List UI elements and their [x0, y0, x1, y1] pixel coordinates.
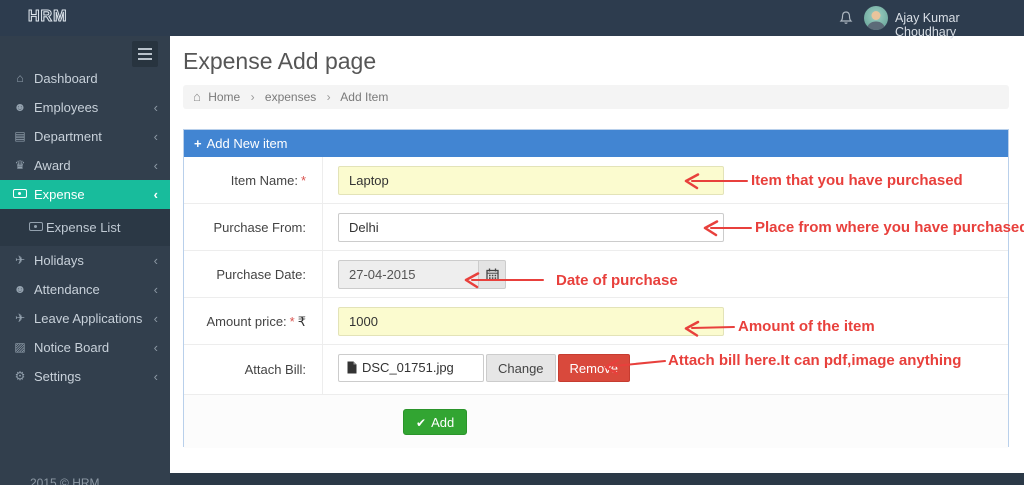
annotation-attach-bill: Attach bill here.It can pdf,image anythi… [668, 352, 961, 369]
sidebar-item-holidays[interactable]: ✈ Holidays ‹ [0, 246, 170, 275]
hrm-logo: HRM [28, 8, 67, 26]
sidebar-nav: ⌂ Dashboard ☻ Employees ‹ ▤ Department ‹… [0, 64, 170, 391]
home-icon: ⌂ [11, 64, 29, 93]
item-name-label: Item Name:* [184, 157, 323, 203]
user-avatar[interactable] [864, 6, 888, 30]
panel-footer: ✔Add [184, 395, 1008, 448]
required-asterisk: * [290, 314, 295, 329]
gear-icon: ⚙ [11, 362, 29, 391]
chevron-left-icon: ‹ [154, 362, 158, 391]
chevron-left-icon: ‹ [154, 333, 158, 362]
sidebar-item-notice-board[interactable]: ▨ Notice Board ‹ [0, 333, 170, 362]
calendar-icon [486, 268, 499, 281]
breadcrumb-home[interactable]: Home [208, 90, 240, 104]
breadcrumb-expenses[interactable]: expenses [265, 90, 316, 104]
user-name: Ajay Kumar Choudhary [895, 11, 960, 39]
breadcrumb: ⌂ Home › expenses › Add Item [183, 85, 1009, 109]
document-icon: ▨ [11, 333, 29, 362]
money-icon [11, 180, 29, 209]
notifications-bell-icon[interactable] [838, 10, 854, 26]
expense-submenu: Expense List [0, 209, 170, 246]
item-name-input[interactable] [338, 166, 724, 195]
annotation-item-name: Item that you have purchased [751, 172, 963, 189]
amount-price-label: Amount price:*₹ [184, 298, 323, 344]
chevron-left-icon: ‹ [154, 304, 158, 333]
paper-plane-icon: ✈ [11, 246, 29, 275]
purchase-from-label: Purchase From: [184, 204, 323, 250]
money-icon [27, 209, 45, 246]
chevron-left-icon: ‹ [154, 246, 158, 275]
sidebar-item-award[interactable]: ♛ Award ‹ [0, 151, 170, 180]
copyright-text: 2015 © HRM [30, 476, 100, 485]
chevron-left-icon: ‹ [154, 93, 158, 122]
home-icon: ⌂ [193, 89, 201, 104]
plus-icon: + [194, 136, 202, 151]
breadcrumb-separator: › [327, 90, 331, 104]
panel-header: +Add New item [184, 130, 1008, 157]
chevron-left-icon: ‹ [154, 275, 158, 304]
main-content: Expense Add page ⌂ Home › expenses › Add… [170, 36, 1024, 473]
page-title: Expense Add page [183, 48, 376, 75]
required-asterisk: * [301, 173, 306, 188]
breadcrumb-add-item: Add Item [340, 90, 388, 104]
hrm-app: HRM Ajay Kumar Choudhary ▾ ⌂ Dashboard [0, 0, 1024, 485]
sidebar-item-expense[interactable]: Expense ‹ [0, 180, 170, 209]
check-icon: ✔ [416, 416, 426, 430]
paper-plane-icon: ✈ [11, 304, 29, 333]
sidebar-item-dashboard[interactable]: ⌂ Dashboard [0, 64, 170, 93]
chevron-left-icon: ‹ [154, 122, 158, 151]
trophy-icon: ♛ [11, 151, 29, 180]
annotation-purchase-from: Place from where you have purchased [755, 219, 1024, 236]
attach-bill-label: Attach Bill: [184, 345, 323, 394]
attached-file-name[interactable]: DSC_01751.jpg [338, 354, 484, 382]
top-navbar: HRM Ajay Kumar Choudhary ▾ [0, 0, 1024, 36]
sidebar-item-employees[interactable]: ☻ Employees ‹ [0, 93, 170, 122]
avatar-face [864, 6, 888, 30]
sidebar-item-settings[interactable]: ⚙ Settings ‹ [0, 362, 170, 391]
sidebar-item-leave-applications[interactable]: ✈ Leave Applications ‹ [0, 304, 170, 333]
users-icon: ☻ [11, 93, 29, 122]
annotation-amount: Amount of the item [738, 318, 875, 335]
bell-icon [838, 10, 854, 26]
user-menu[interactable]: Ajay Kumar Choudhary ▾ [895, 11, 1024, 39]
remove-file-button[interactable]: Remove [558, 354, 630, 382]
breadcrumb-separator: › [251, 90, 255, 104]
briefcase-icon: ▤ [11, 122, 29, 151]
chevron-left-icon: ‹ [154, 180, 158, 209]
sidebar-item-expense-list[interactable]: Expense List [0, 209, 170, 246]
person-icon: ☻ [11, 275, 29, 304]
calendar-addon-button[interactable] [479, 260, 506, 289]
sidebar-item-department[interactable]: ▤ Department ‹ [0, 122, 170, 151]
rupee-currency-symbol: ₹ [298, 315, 306, 330]
purchase-date-input[interactable] [338, 260, 479, 289]
sidebar: ⌂ Dashboard ☻ Employees ‹ ▤ Department ‹… [0, 36, 170, 485]
annotation-purchase-date: Date of purchase [556, 272, 678, 289]
file-icon [347, 361, 357, 374]
amount-price-input[interactable] [338, 307, 724, 336]
chevron-left-icon: ‹ [154, 151, 158, 180]
purchase-from-input[interactable] [338, 213, 724, 242]
add-button[interactable]: ✔Add [403, 409, 467, 435]
form-row-amount-price: Amount price:*₹ [184, 298, 1008, 345]
purchase-date-label: Purchase Date: [184, 251, 323, 297]
sidebar-item-attendance[interactable]: ☻ Attendance ‹ [0, 275, 170, 304]
change-file-button[interactable]: Change [486, 354, 556, 382]
